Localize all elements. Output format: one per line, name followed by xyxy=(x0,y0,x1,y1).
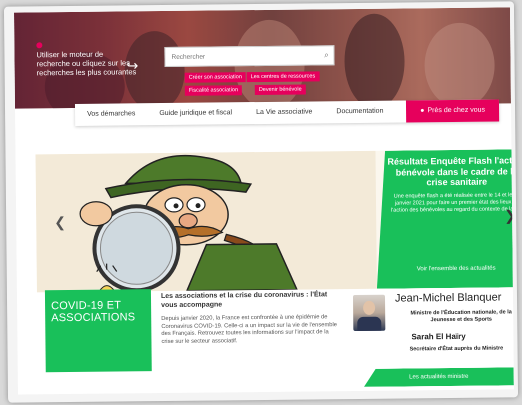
minister-news-button[interactable]: Les actualités ministre xyxy=(364,367,514,387)
detective-illustration xyxy=(79,154,299,293)
article-title[interactable]: Les associations et la crise du coronavi… xyxy=(161,291,339,310)
carousel-news-panel: Résultats Enquête Flash l'action bénévol… xyxy=(375,149,512,288)
minister-block: Jean-Michel Blanquer Ministre de l'Éduca… xyxy=(349,289,514,387)
carousel-illustration xyxy=(35,150,377,293)
all-news-link[interactable]: Voir l'ensemble des actualités xyxy=(417,266,496,273)
chevron-left-icon[interactable]: ❮ xyxy=(54,214,66,231)
search-icon[interactable]: ⌕ xyxy=(319,50,333,60)
screenshot-frame: Utiliser le moteur de recherche ou cliqu… xyxy=(3,1,519,403)
secretary-name: Sarah El Haïry xyxy=(411,331,466,342)
search-box: ⌕ xyxy=(164,45,335,68)
search-input[interactable] xyxy=(165,51,320,61)
news-carousel: ❮ Résultats Enquête Flash l'action bénév… xyxy=(35,149,513,293)
article-body: Depuis janvier 2020, la France est confr… xyxy=(161,314,338,345)
covid-associations-block[interactable]: COVID-19 ET ASSOCIATIONS xyxy=(44,289,152,373)
hero-banner: Utiliser le moteur de recherche ou cliqu… xyxy=(14,7,511,109)
nav-guide-juridique[interactable]: Guide juridique et fiscal xyxy=(147,102,244,125)
chevron-right-icon[interactable]: ❯ xyxy=(504,207,514,224)
tag-centres-ressources[interactable]: Les centres de ressources xyxy=(246,71,320,83)
nav-vos-demarches[interactable]: Vos démarches xyxy=(75,103,147,126)
nav-pres-de-chez-vous[interactable]: ● Près de chez vous xyxy=(406,99,500,123)
nav-pres-label: Près de chez vous xyxy=(427,106,486,115)
hero-prompt: Utiliser le moteur de recherche ou cliqu… xyxy=(36,49,137,78)
tag-devenir-benevole[interactable]: Devenir bénévole xyxy=(254,84,306,96)
tag-fiscalite-association[interactable]: Fiscalité association xyxy=(184,85,243,96)
covid-article: Les associations et la crise du coronavi… xyxy=(161,291,340,346)
minister-role: Ministre de l'Éducation nationale, de la… xyxy=(410,309,512,323)
carousel-summary: Une enquête flash a été réalisée entre l… xyxy=(390,191,513,214)
web-page: Utiliser le moteur de recherche ou cliqu… xyxy=(14,7,514,395)
nav-vie-associative[interactable]: La Vie associative xyxy=(244,101,325,124)
map-pin-icon: ● xyxy=(420,107,425,115)
tag-creer-association[interactable]: Créer son association xyxy=(184,72,246,83)
carousel-title[interactable]: Résultats Enquête Flash l'action bénévol… xyxy=(386,155,513,188)
main-nav: Vos démarches Guide juridique et fiscal … xyxy=(74,99,500,126)
nav-documentation[interactable]: Documentation xyxy=(324,101,395,124)
curved-arrow-icon: ↪ xyxy=(126,57,139,74)
minister-name: Jean-Michel Blanquer xyxy=(394,291,502,305)
minister-avatar xyxy=(352,294,386,332)
site-logo-dot xyxy=(36,42,43,49)
secretary-role: Secrétaire d'État auprès du Ministre xyxy=(409,345,504,353)
